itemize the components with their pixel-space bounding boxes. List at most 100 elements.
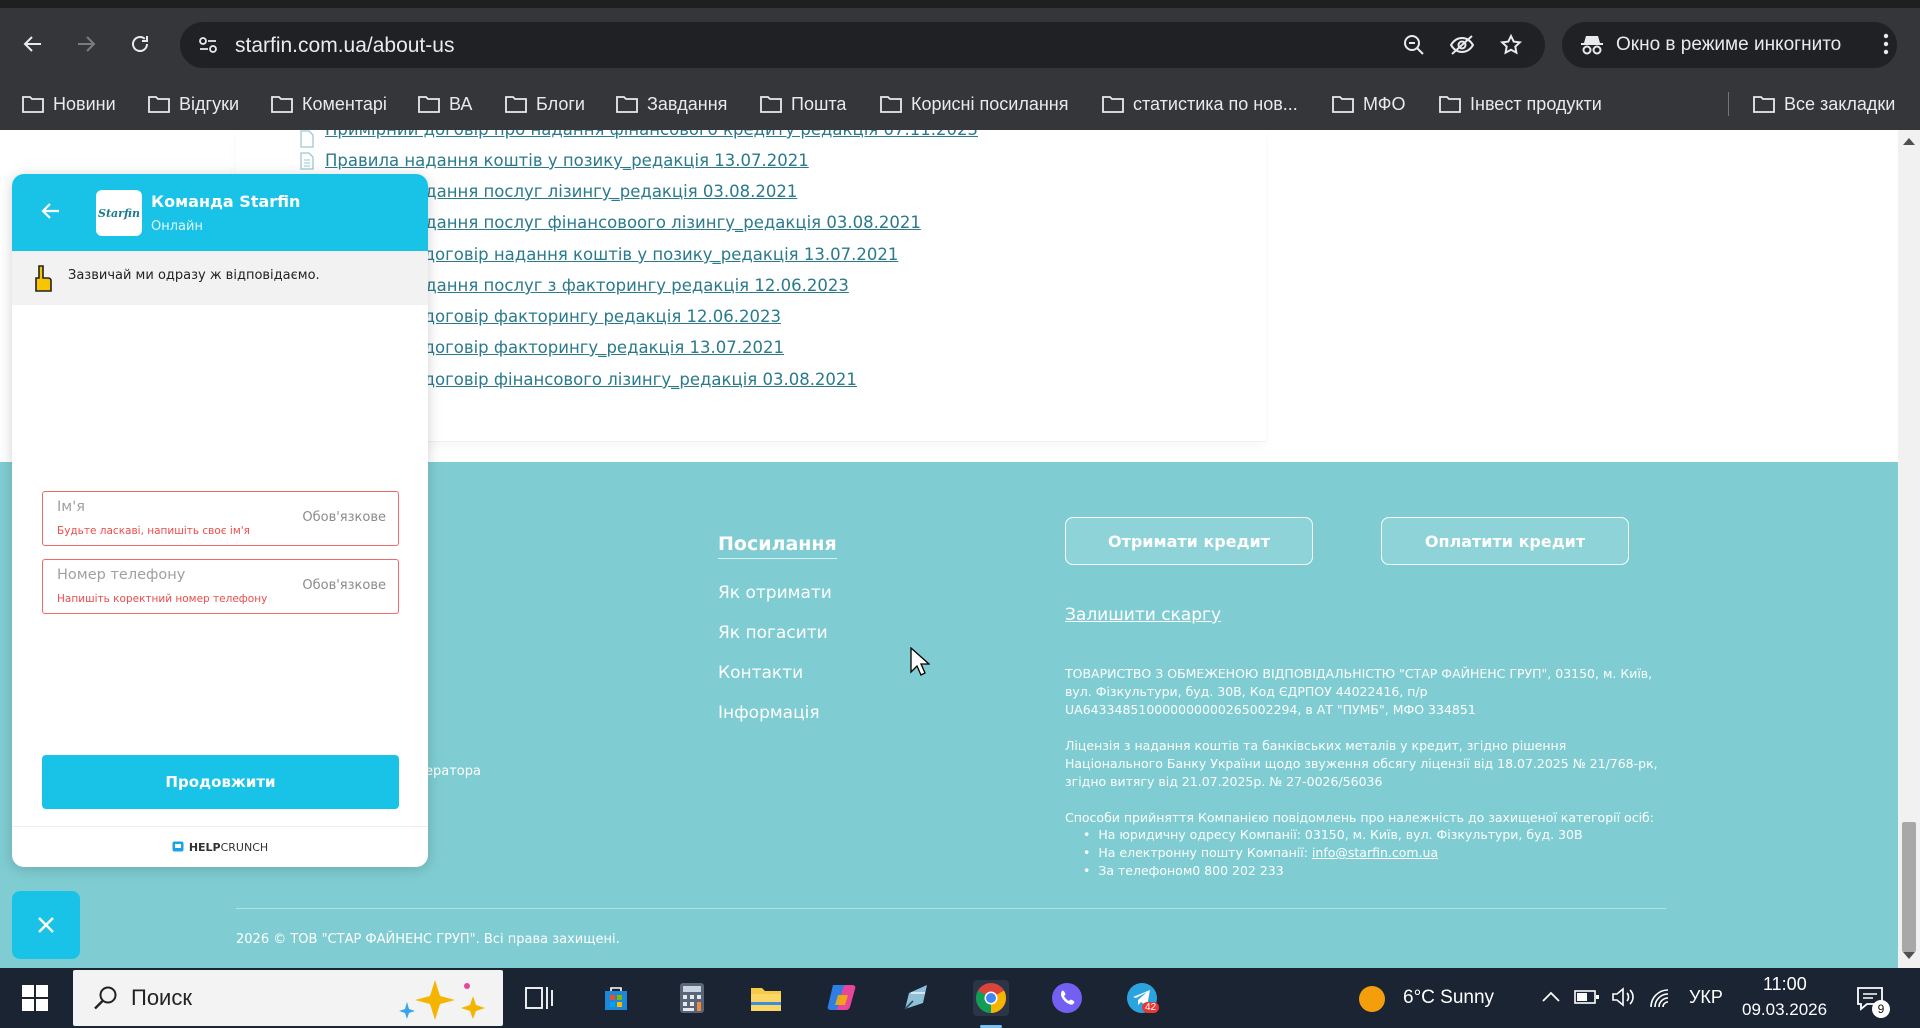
notice-item: • На електронну пошту Компанії: info@star… (1083, 845, 1439, 860)
viber-icon (1052, 983, 1082, 1013)
scroll-up-arrow[interactable] (1903, 138, 1915, 145)
bookmark-folder[interactable]: МФО (1332, 90, 1405, 118)
weather-text[interactable]: 6°C Sunny (1403, 987, 1494, 1009)
chat-back-button[interactable] (40, 200, 62, 226)
notepad-button[interactable] (898, 980, 934, 1016)
bookmark-folder[interactable]: статистика по нов... (1102, 90, 1298, 118)
tab-strip (0, 0, 1920, 8)
clock-time[interactable]: 11:00 (1763, 974, 1807, 995)
calculator-button[interactable] (674, 980, 710, 1016)
browser-menu-button[interactable] (1868, 26, 1904, 62)
mouse-cursor-icon (910, 647, 930, 676)
continue-button[interactable]: Продовжити (42, 755, 399, 809)
email-link[interactable]: info@starfin.com.ua (1312, 845, 1438, 860)
folder-icon (148, 96, 170, 113)
complaint-link[interactable]: Залишити скаргу (1065, 605, 1221, 625)
required-label: Обов'язкове (302, 578, 386, 593)
footer-link-information[interactable]: Інформація (718, 703, 820, 723)
powered-by[interactable]: HELPCRUNCH (12, 826, 428, 867)
document-icon (300, 130, 314, 148)
chrome-button[interactable] (973, 980, 1009, 1016)
bookmark-folder[interactable]: Новини (22, 90, 116, 118)
folder-icon (880, 96, 902, 113)
pen-tool-icon (904, 985, 927, 1010)
phone-field[interactable]: Номер телефону Напишіть коректний номер … (42, 559, 399, 614)
bookmark-folder[interactable]: Пошта (760, 90, 846, 118)
zoom-icon[interactable] (1400, 31, 1428, 59)
arrow-right-icon (78, 36, 96, 52)
bookmark-folder[interactable]: Відгуки (148, 90, 239, 118)
bookmark-folder[interactable]: Інвест продукти (1439, 90, 1602, 118)
scrollbar-thumb[interactable] (1902, 822, 1916, 952)
bookmark-folder[interactable]: Завдання (616, 90, 727, 118)
reload-button[interactable] (122, 26, 158, 62)
footer-link-how-to-get[interactable]: Як отримати (718, 583, 832, 603)
document-link[interactable]: Примірний договір про надання фінансовог… (325, 130, 978, 139)
all-bookmarks-button[interactable]: Все закладки (1753, 90, 1895, 118)
tracking-protection-icon[interactable] (1448, 31, 1476, 59)
incognito-icon (1578, 31, 1606, 59)
site-info-icon[interactable] (194, 31, 222, 59)
folder-icon (1332, 96, 1354, 113)
name-field[interactable]: Ім'я Будьте ласкаві, напишіть своє ім'я … (42, 491, 399, 546)
pay-credit-button[interactable]: Оплатити кредит (1381, 517, 1629, 565)
copilot-icon (827, 985, 856, 1010)
browser-toolbar: starfin.com.ua/about-us Окно в режиме ин… (0, 8, 1920, 78)
get-credit-button[interactable]: Отримати кредит (1065, 517, 1313, 565)
folder-icon (505, 96, 527, 113)
folder-icon (751, 988, 781, 1011)
scroll-down-arrow[interactable] (1903, 952, 1915, 959)
search-icon (94, 986, 117, 1010)
file-explorer-button[interactable] (748, 980, 784, 1016)
bookmark-star-icon[interactable] (1497, 31, 1525, 59)
folder-icon (760, 96, 782, 113)
viber-button[interactable] (1049, 980, 1085, 1016)
taskbar-search[interactable]: Поиск (73, 970, 503, 1026)
back-button[interactable] (15, 26, 51, 62)
language-indicator[interactable]: УКР (1689, 987, 1723, 1008)
task-view-button[interactable] (522, 980, 558, 1016)
folder-icon (271, 96, 293, 113)
battery-icon[interactable] (1574, 989, 1600, 1005)
folder-icon (1102, 96, 1124, 113)
copilot-button[interactable] (823, 980, 859, 1016)
bookmark-folder[interactable]: Блоги (505, 90, 585, 118)
clock-date[interactable]: 09.03.2026 (1742, 1000, 1827, 1020)
folder-icon (616, 96, 638, 113)
calculator-icon (680, 983, 704, 1013)
telegram-badge: 42 (1142, 1002, 1160, 1013)
volume-icon[interactable] (1611, 987, 1637, 1007)
address-bar[interactable]: starfin.com.ua/about-us (180, 22, 1545, 68)
document-link[interactable]: Правила надання коштів у позику_редакція… (325, 151, 809, 170)
telegram-button[interactable]: 42 (1124, 980, 1160, 1016)
chat-close-button[interactable] (12, 891, 80, 959)
chevron-up-icon[interactable] (1541, 989, 1561, 1005)
helpcrunch-icon (172, 841, 184, 852)
bookmark-folder[interactable]: Корисні посилання (880, 90, 1068, 118)
page-scrollbar[interactable] (1898, 130, 1920, 968)
notifications-button[interactable]: 9 (1852, 980, 1890, 1018)
company-info: ТОВАРИСТВО З ОБМЕЖЕНОЮ ВІДПОВІДАЛЬНІСТЮ … (1065, 666, 1653, 717)
chat-title: Команда Starfin (151, 192, 301, 211)
bookmarks-separator (1728, 92, 1729, 116)
phone-field-error: Напишіть коректний номер телефону (57, 593, 268, 605)
start-button[interactable] (17, 980, 53, 1016)
footer-link-contacts[interactable]: Контакти (718, 663, 803, 683)
bookmark-folder[interactable]: ВА (418, 90, 472, 118)
forward-button[interactable] (68, 26, 104, 62)
footer-divider (236, 908, 1666, 909)
windows-logo-icon (22, 985, 48, 1011)
copyright: 2026 © ТОВ "СТАР ФАЙНЕНС ГРУП". Всі прав… (236, 932, 620, 947)
bookmark-folder[interactable]: Коментарі (271, 90, 387, 118)
footer-link-how-to-pay[interactable]: Як погасити (718, 623, 828, 643)
url-text[interactable]: starfin.com.ua/about-us (235, 34, 454, 58)
incognito-indicator[interactable]: Окно в режиме инкогнито (1562, 22, 1897, 68)
wifi-icon[interactable] (1648, 987, 1674, 1009)
folder-icon (1439, 96, 1461, 113)
chat-status: Онлайн (151, 219, 203, 234)
notices-heading: Способи прийняття Компанією повідомлень … (1065, 810, 1654, 825)
notifications-badge: 9 (1872, 1000, 1890, 1018)
folder-icon (1753, 96, 1775, 113)
sun-icon (1359, 986, 1385, 1012)
microsoft-store-button[interactable] (598, 980, 634, 1016)
